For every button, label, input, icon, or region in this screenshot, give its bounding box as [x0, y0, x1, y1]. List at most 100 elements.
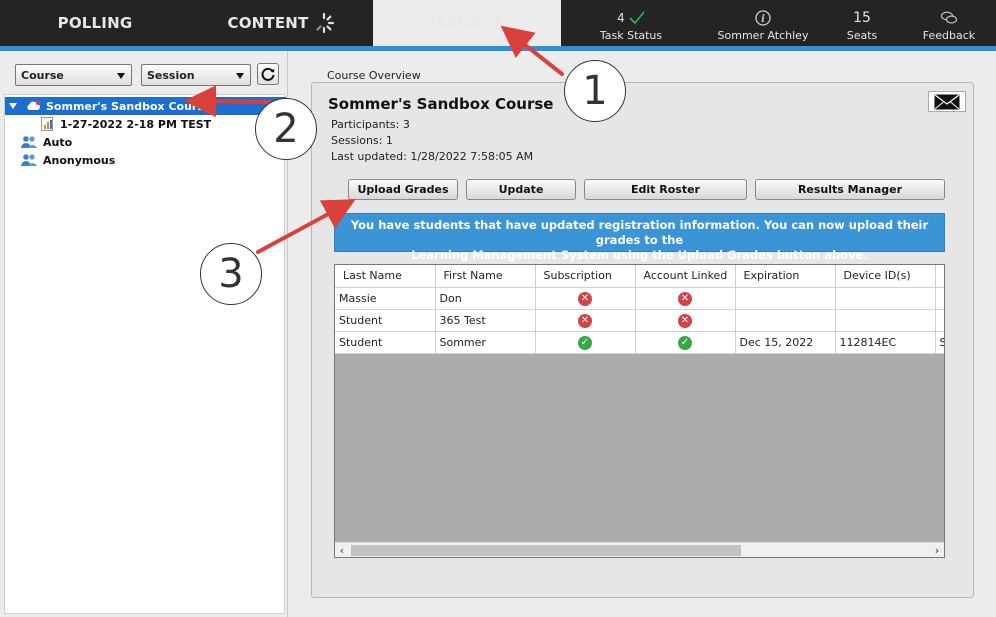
feedback[interactable]: Feedback	[920, 8, 978, 42]
upload-grades-button[interactable]: Upload Grades	[348, 179, 458, 200]
check-circle-icon: ✓	[578, 335, 592, 350]
table-row[interactable]: StudentSommer ✓ ✓ Dec 15, 2022112814ECS	[335, 331, 944, 354]
tree-item-session[interactable]: 1-27-2022 2-18 PM TEST	[41, 115, 211, 133]
expiration-cell	[735, 287, 836, 310]
scrollbar-thumb[interactable]	[351, 545, 741, 556]
feedback-label: Feedback	[922, 29, 976, 42]
cloud-course-icon	[27, 101, 40, 110]
last-name-cell: Student	[335, 309, 436, 332]
loading-spinner-icon	[316, 12, 335, 34]
tab-manage[interactable]: MANAGE	[373, 0, 561, 46]
user-info-icon: i	[755, 10, 771, 26]
session-dropdown-value: Session	[147, 68, 195, 82]
update-button[interactable]: Update	[466, 179, 576, 200]
subscription-cell: ✓	[535, 331, 636, 354]
course-name: Sommer's Sandbox Course	[46, 99, 212, 113]
x-circle-icon: ✕	[678, 291, 692, 306]
horizontal-scrollbar[interactable]: ‹ ›	[335, 542, 944, 557]
chat-bubbles-icon	[940, 11, 958, 24]
device-id-cell	[835, 287, 936, 310]
table-header-row: Last Name First Name Subscription Accoun…	[335, 265, 944, 288]
last-updated: Last updated: 1/28/2022 7:58:05 AM	[331, 150, 534, 163]
course-dropdown[interactable]: Course	[15, 64, 132, 86]
check-circle-icon: ✓	[678, 335, 692, 350]
column-header-extra[interactable]	[935, 265, 944, 288]
chevron-down-icon	[117, 73, 125, 79]
checkmark-icon	[629, 11, 645, 25]
column-header[interactable]: Subscription	[535, 265, 636, 288]
scroll-right-icon[interactable]: ›	[930, 543, 944, 557]
user-name: Sommer Atchley	[717, 29, 809, 42]
session-name: 1-27-2022 2-18 PM TEST	[60, 117, 212, 131]
tree-item-anonymous[interactable]: Anonymous	[21, 151, 115, 169]
device-id-cell: 112814EC	[835, 331, 936, 354]
course-tree: Sommer's Sandbox Course 1-27-2022 2-18 P…	[4, 94, 286, 614]
table-body: Massie Don ✕ ✕ Student 365 Test ✕ ✕ Student Somme…	[335, 287, 944, 354]
first-name-cell: Sommer	[435, 331, 536, 354]
table-row[interactable]: Student 365 Test ✕ ✕	[335, 309, 944, 332]
seats[interactable]: 15 Seats	[832, 8, 892, 42]
tab-manage-label: MANAGE	[429, 14, 505, 32]
task-status-count: 4	[617, 11, 625, 25]
expiration-cell: Dec 15, 2022	[735, 331, 836, 354]
last-name-cell: Massie	[335, 287, 436, 310]
banner-line-1: You have students that have updated regi…	[350, 218, 929, 247]
student-grid: Last Name First Name Subscription Accoun…	[334, 264, 945, 558]
x-circle-icon: ✕	[578, 291, 592, 306]
annotation-callout-1: 1	[564, 60, 626, 122]
x-circle-icon: ✕	[578, 313, 592, 328]
first-name-cell: 365 Test	[435, 309, 536, 332]
page-title: Sommer's Sandbox Course	[328, 95, 554, 113]
svg-text:i: i	[761, 14, 765, 25]
scroll-left-icon[interactable]: ‹	[335, 543, 349, 557]
device-id-cell	[835, 309, 936, 332]
tab-polling[interactable]: POLLING	[0, 0, 190, 46]
section-label: Course Overview	[327, 69, 421, 82]
task-status-label: Task Status	[599, 29, 663, 42]
account-linked-cell: ✕	[635, 287, 736, 310]
extra-cell	[935, 309, 944, 332]
group-auto-label: Auto	[43, 135, 73, 149]
column-header[interactable]: Device ID(s)	[835, 265, 936, 288]
annotation-callout-3: 3	[200, 243, 262, 305]
banner-line-2: Learning Management System using the Upl…	[411, 248, 868, 262]
table-row[interactable]: Massie Don ✕ ✕	[335, 287, 944, 310]
tree-item-course[interactable]: Sommer's Sandbox Course	[5, 97, 286, 115]
expiration-cell	[735, 309, 836, 332]
envelope-icon	[934, 94, 960, 109]
edit-roster-button[interactable]: Edit Roster	[584, 179, 747, 200]
student-table: Last Name First Name Subscription Accoun…	[335, 265, 944, 354]
participants-count: Participants: 3	[331, 118, 410, 131]
sessions-count: Sessions: 1	[331, 134, 393, 147]
expand-triangle-icon[interactable]	[9, 103, 17, 109]
user-account[interactable]: i Sommer Atchley	[712, 8, 814, 42]
subscription-cell: ✕	[535, 287, 636, 310]
group-users-icon	[21, 154, 37, 166]
account-linked-cell: ✕	[635, 309, 736, 332]
column-header[interactable]: First Name	[435, 265, 536, 288]
extra-cell: S	[935, 331, 944, 354]
group-users-icon	[21, 136, 37, 148]
course-dropdown-value: Course	[21, 68, 64, 82]
refresh-icon	[261, 67, 275, 81]
tab-content[interactable]: CONTENT	[190, 0, 373, 46]
chevron-down-icon	[236, 73, 244, 79]
refresh-button[interactable]	[257, 63, 279, 85]
extra-cell	[935, 287, 944, 310]
account-linked-cell: ✓	[635, 331, 736, 354]
session-dropdown[interactable]: Session	[141, 64, 251, 86]
seats-count: 15	[853, 10, 871, 26]
results-manager-button[interactable]: Results Manager	[755, 179, 945, 200]
first-name-cell: Don	[435, 287, 536, 310]
subscription-cell: ✕	[535, 309, 636, 332]
tree-item-auto[interactable]: Auto	[21, 133, 72, 151]
annotation-callout-2: 2	[255, 98, 317, 160]
column-header[interactable]: Last Name	[335, 265, 436, 288]
column-header[interactable]: Expiration	[735, 265, 836, 288]
task-status[interactable]: 4 Task Status	[596, 8, 666, 42]
info-banner: You have students that have updated regi…	[334, 213, 945, 262]
email-button[interactable]	[928, 91, 966, 112]
session-chart-icon	[41, 117, 53, 131]
column-header[interactable]: Account Linked	[635, 265, 736, 288]
last-name-cell: Student	[335, 331, 436, 354]
